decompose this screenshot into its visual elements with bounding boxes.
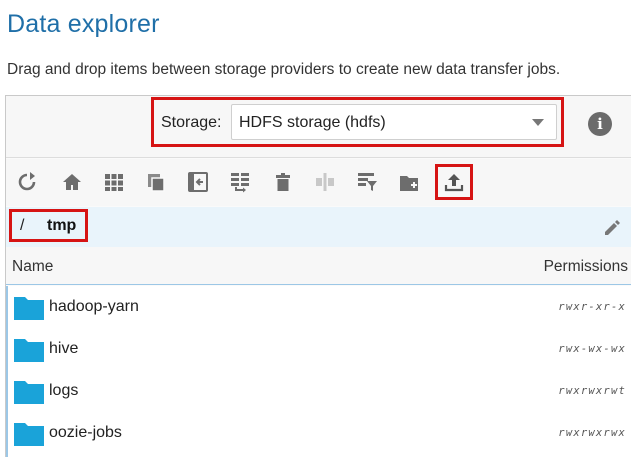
folder-icon bbox=[14, 423, 44, 446]
folder-icon bbox=[14, 297, 44, 320]
column-header-permissions[interactable]: Permissions bbox=[544, 258, 628, 276]
column-header-name[interactable]: Name bbox=[12, 258, 53, 276]
list-item[interactable]: oozie-jobs rwxrwxrwx bbox=[8, 412, 631, 454]
item-name: hadoop-yarn bbox=[49, 298, 139, 315]
grid-view-icon[interactable] bbox=[103, 171, 125, 193]
storage-highlight: Storage: HDFS storage (hdfs) bbox=[151, 97, 564, 147]
list-item[interactable]: hadoop-yarn rwxr-xr-x bbox=[8, 286, 631, 328]
list-item[interactable]: hive rwx-wx-wx bbox=[8, 328, 631, 370]
filter-icon[interactable] bbox=[356, 171, 378, 193]
breadcrumb: / tmp bbox=[6, 207, 631, 247]
item-permissions: rwxr-xr-x bbox=[558, 301, 626, 313]
file-list: hadoop-yarn rwxr-xr-x hive rwx-wx-wx log… bbox=[6, 286, 631, 457]
toolbar bbox=[6, 159, 631, 206]
path-root[interactable]: / bbox=[20, 217, 24, 235]
upload-icon[interactable] bbox=[443, 171, 465, 193]
folder-icon bbox=[14, 381, 44, 404]
path-highlight: / tmp bbox=[9, 209, 88, 242]
list-item[interactable]: logs rwxrwxrwt bbox=[8, 370, 631, 412]
list-header: Name Permissions bbox=[6, 247, 631, 285]
item-permissions: rwxrwxrwt bbox=[558, 385, 626, 397]
storage-select-value: HDFS storage (hdfs) bbox=[239, 114, 386, 131]
new-folder-icon[interactable] bbox=[398, 171, 420, 193]
transfer-icon[interactable] bbox=[229, 171, 251, 193]
copy-icon[interactable] bbox=[145, 171, 167, 193]
home-icon[interactable] bbox=[61, 171, 83, 193]
chevron-down-icon bbox=[532, 119, 544, 126]
folder-icon bbox=[14, 339, 44, 362]
storage-select[interactable]: HDFS storage (hdfs) bbox=[231, 104, 557, 140]
storage-label: Storage: bbox=[161, 114, 222, 131]
item-name: oozie-jobs bbox=[49, 424, 122, 441]
collapse-panel-icon[interactable] bbox=[187, 171, 209, 193]
path-segment[interactable]: tmp bbox=[47, 217, 76, 235]
info-icon[interactable]: i bbox=[588, 112, 612, 136]
page-subtitle: Drag and drop items between storage prov… bbox=[7, 61, 561, 78]
item-permissions: rwx-wx-wx bbox=[558, 343, 626, 355]
explorer-panel: Storage: HDFS storage (hdfs) i / tmp Nam… bbox=[5, 95, 631, 457]
delete-icon[interactable] bbox=[272, 171, 294, 193]
edit-path-icon[interactable] bbox=[602, 218, 622, 238]
storage-bar: Storage: HDFS storage (hdfs) i bbox=[6, 96, 631, 158]
item-name: logs bbox=[49, 382, 79, 399]
page-title: Data explorer bbox=[7, 10, 160, 38]
item-name: hive bbox=[49, 340, 79, 357]
item-permissions: rwxrwxrwx bbox=[558, 427, 626, 439]
split-icon[interactable] bbox=[314, 171, 336, 193]
refresh-icon[interactable] bbox=[16, 171, 38, 193]
